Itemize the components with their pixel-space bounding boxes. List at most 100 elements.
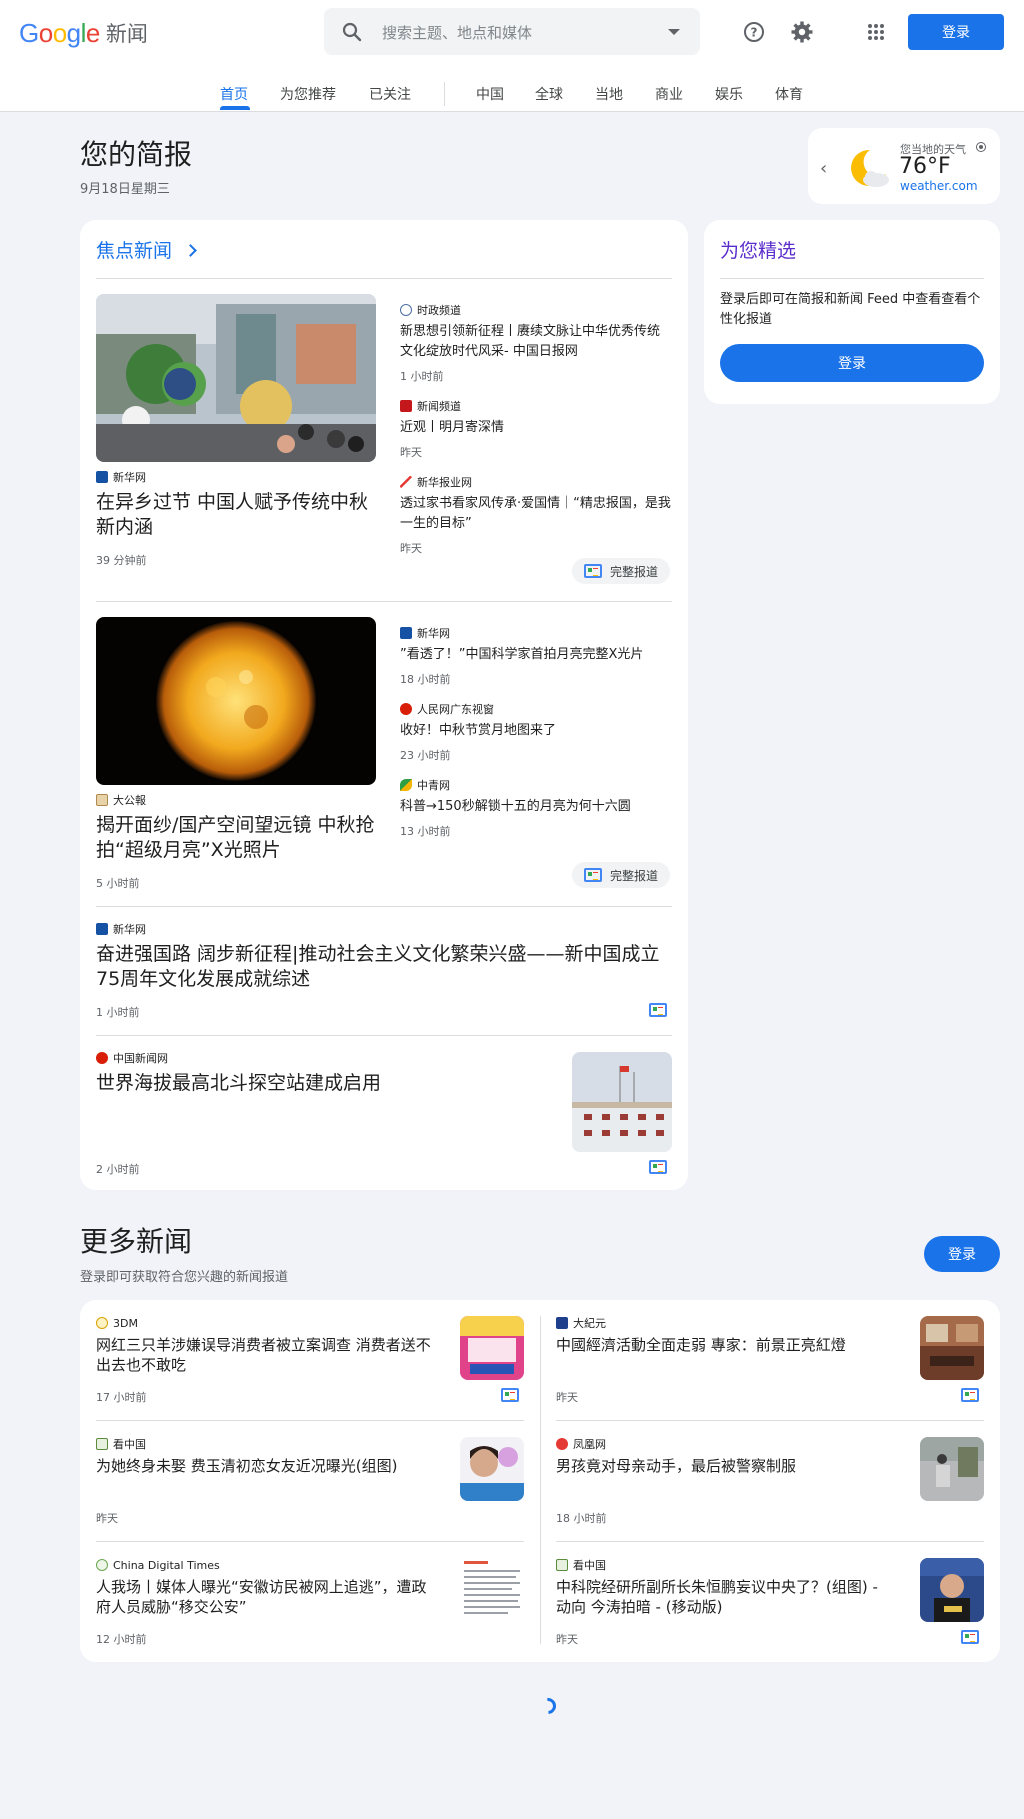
picks-description: 登录后即可在简报和新闻 Feed 中查看查看个性化报道 — [720, 292, 981, 327]
full-coverage-icon[interactable] — [961, 1630, 979, 1644]
full-coverage-button[interactable]: 完整报道 — [572, 862, 671, 888]
google-news-logo[interactable]: Google 新闻 — [19, 16, 148, 50]
source-name[interactable]: 凤凰网 — [573, 1436, 606, 1452]
tab-for-you[interactable]: 为您推荐 — [280, 84, 336, 104]
related-headline[interactable]: 透过家书看家风传承·爱国情｜“精忠报国，是我一生的目标” — [400, 494, 672, 534]
story-image-shop[interactable] — [920, 1316, 984, 1380]
story-image-street[interactable] — [920, 1437, 984, 1501]
source-name[interactable]: 看中国 — [113, 1436, 146, 1452]
full-coverage-icon[interactable] — [649, 1160, 667, 1174]
tab-sports[interactable]: 体育 — [775, 84, 803, 104]
story-time: 1 小时前 — [96, 1006, 140, 1019]
full-coverage-button[interactable]: 完整报道 — [572, 558, 671, 584]
story-source[interactable]: 中青网 — [400, 778, 450, 792]
more-headline[interactable]: 中科院经研所副所长朱恒鹏妄议中央了？(组图) - 动向 今涛拍暗 - (移动版) — [556, 1577, 896, 1617]
source-name[interactable]: 中青网 — [417, 777, 450, 793]
story-source[interactable]: 大公報 — [96, 793, 146, 807]
picks-sign-in-button[interactable]: 登录 — [720, 344, 984, 382]
more-headline[interactable]: 男孩竟对母亲动手，最后被警察制服 — [556, 1456, 896, 1476]
source-name[interactable]: 新闻频道 — [417, 398, 461, 414]
search-icon[interactable] — [340, 20, 364, 44]
story-source[interactable]: China Digital Times — [96, 1558, 220, 1572]
more-headline[interactable]: 人我场丨媒体人曝光“安徽访民被网上追逃”，遭政府人员威胁“移交公安” — [96, 1577, 436, 1617]
search-box[interactable]: 搜索主题、地点和媒体 — [324, 8, 700, 55]
story-source[interactable]: 凤凰网 — [556, 1437, 606, 1451]
source-name[interactable]: 中国新闻网 — [113, 1050, 168, 1066]
story-image-product-ad[interactable] — [460, 1316, 524, 1380]
more-news-sign-in-button[interactable]: 登录 — [924, 1236, 1000, 1272]
related-headline[interactable]: ”看透了！”中国科学家首拍月亮完整X光片 — [400, 645, 672, 665]
full-coverage-label[interactable]: 完整报道 — [610, 563, 658, 580]
xinhua-logo-icon — [96, 471, 108, 483]
related-headline[interactable]: 科普→150秒解锁十五的月亮为何十六圆 — [400, 797, 672, 817]
top-stories-heading[interactable]: 焦点新闻 — [96, 236, 197, 263]
tab-home[interactable]: 首页 — [220, 84, 248, 104]
full-coverage-label[interactable]: 完整报道 — [610, 867, 658, 884]
source-name[interactable]: 新华网 — [113, 921, 146, 937]
story-image-text-screenshot[interactable] — [460, 1558, 524, 1622]
tab-business[interactable]: 商业 — [655, 84, 683, 104]
story-source[interactable]: 人民网广东视窗 — [400, 702, 494, 716]
story-source[interactable]: 中国新闻网 — [96, 1051, 168, 1065]
help-icon[interactable]: ? — [739, 17, 769, 47]
story-image-speaker[interactable] — [920, 1558, 984, 1622]
related-headline[interactable]: 新思想引领新征程丨赓续文脉让中华优秀传统文化绽放时代风采- 中国日报网 — [400, 322, 672, 362]
source-name[interactable]: 时政频道 — [417, 302, 461, 318]
story-source[interactable]: 新华报业网 — [400, 475, 472, 489]
moon-cloud-icon — [851, 149, 889, 187]
apps-grid-icon[interactable] — [861, 17, 891, 47]
source-name[interactable]: 新华网 — [417, 625, 450, 641]
source-name[interactable]: China Digital Times — [113, 1559, 220, 1572]
source-name[interactable]: 看中国 — [573, 1557, 606, 1573]
source-name[interactable]: 新华网 — [113, 469, 146, 485]
loading-spinner-icon — [536, 1694, 560, 1718]
story-source[interactable]: 新华网 — [96, 922, 146, 936]
source-name[interactable]: 3DM — [113, 1317, 138, 1330]
story-image-festival[interactable] — [96, 294, 376, 462]
tab-following[interactable]: 已关注 — [369, 84, 411, 104]
story-source[interactable]: 新华网 — [96, 470, 146, 484]
story-source[interactable]: 新华网 — [400, 626, 450, 640]
related-headline[interactable]: 收好！中秋节赏月地图来了 — [400, 721, 672, 741]
weather-widget[interactable]: ‹ 您当地的天气 76°F weather.com — [808, 128, 1000, 204]
more-news-subtitle: 登录即可获取符合您兴趣的新闻报道 — [80, 1270, 289, 1285]
lead-headline[interactable]: 揭开面纱/国产空间望远镜 中秋抢拍“超级月亮”X光照片 — [96, 813, 376, 863]
search-dropdown-icon[interactable] — [668, 29, 680, 35]
more-headline[interactable]: 中國經濟活動全面走弱 專家：前景正亮紅燈 — [556, 1335, 896, 1355]
related-headline[interactable]: 近观丨明月寄深情 — [400, 418, 672, 438]
youth-net-logo-icon — [400, 779, 412, 791]
source-name[interactable]: 新华报业网 — [417, 474, 472, 490]
lead-headline[interactable]: 在异乡过节 中国人赋予传统中秋新内涵 — [96, 490, 376, 540]
full-coverage-icon[interactable] — [961, 1388, 979, 1402]
weather-source-link[interactable]: weather.com — [900, 179, 978, 193]
lead-headline[interactable]: 奋进强国路 阔步新征程|推动社会主义文化繁荣兴盛——新中国成立75周年文化发展成… — [96, 942, 672, 992]
lead-headline[interactable]: 世界海拔最高北斗探空站建成启用 — [96, 1071, 476, 1096]
full-coverage-icon[interactable] — [501, 1388, 519, 1402]
more-headline[interactable]: 为她终身未娶 费玉清初恋女友近况曝光(组图) — [96, 1456, 436, 1476]
tab-world[interactable]: 全球 — [535, 84, 563, 104]
divider — [96, 1420, 524, 1421]
sign-in-button[interactable]: 登录 — [908, 14, 1004, 50]
tab-entertainment[interactable]: 娱乐 — [715, 84, 743, 104]
story-source[interactable]: 看中国 — [96, 1437, 146, 1451]
tab-china[interactable]: 中国 — [476, 84, 504, 104]
source-name[interactable]: 人民网广东视窗 — [417, 701, 494, 717]
story-source[interactable]: 新闻频道 — [400, 399, 461, 413]
source-name[interactable]: 大公報 — [113, 792, 146, 808]
story-source[interactable]: 看中国 — [556, 1558, 606, 1572]
top-stories-title[interactable]: 焦点新闻 — [96, 240, 172, 262]
story-image-celebrity[interactable] — [460, 1437, 524, 1501]
story-image-moon-xray[interactable] — [96, 617, 376, 785]
story-image-beidou-station[interactable] — [572, 1052, 672, 1152]
more-headline[interactable]: 网红三只羊涉嫌误导消费者被立案调查 消费者送不出去也不敢吃 — [96, 1335, 436, 1375]
story-source[interactable]: 3DM — [96, 1316, 138, 1330]
settings-gear-icon[interactable] — [787, 17, 817, 47]
story-source[interactable]: 时政频道 — [400, 303, 461, 317]
search-placeholder[interactable]: 搜索主题、地点和媒体 — [382, 22, 532, 43]
source-name[interactable]: 大紀元 — [573, 1315, 606, 1331]
chevron-left-icon[interactable]: ‹ — [820, 158, 827, 179]
tab-local[interactable]: 当地 — [595, 84, 623, 104]
chevron-right-icon[interactable] — [184, 244, 197, 257]
full-coverage-icon[interactable] — [649, 1003, 667, 1017]
story-source[interactable]: 大紀元 — [556, 1316, 606, 1330]
